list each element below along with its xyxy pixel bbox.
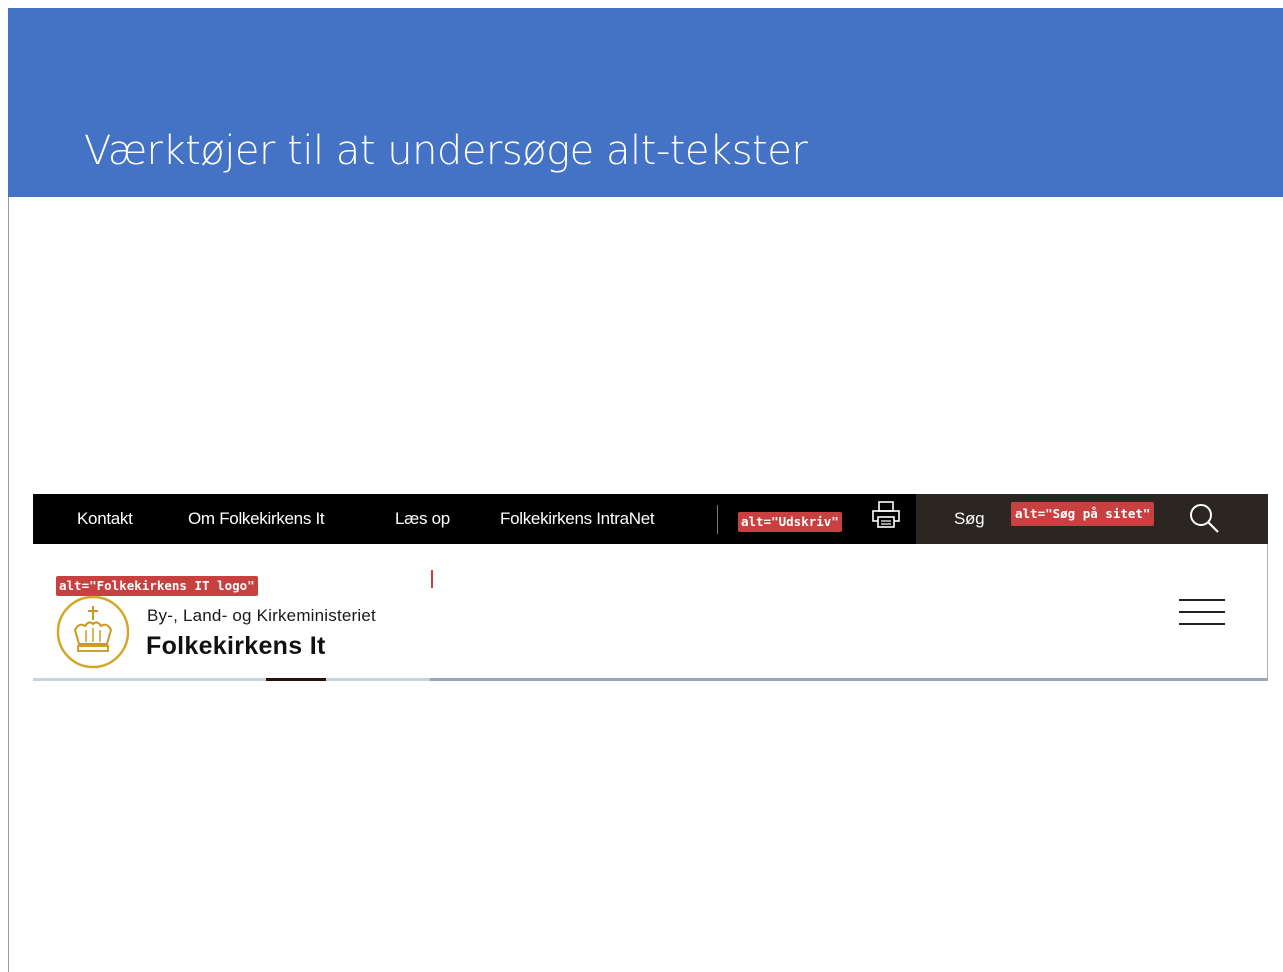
nav-divider bbox=[717, 505, 718, 534]
slide-top-edge bbox=[0, 0, 1283, 8]
search-link[interactable]: Søg bbox=[954, 509, 985, 529]
ministry-name: By-, Land- og Kirkeministeriet bbox=[147, 606, 376, 625]
print-alt-tag: alt="Udskriv" bbox=[738, 512, 842, 532]
website-screenshot: Kontakt Om Folkekirkens It Læs op Folkek… bbox=[33, 494, 1268, 684]
search-alt-tag: alt="Søg på sitet" bbox=[1011, 502, 1155, 526]
organization-name[interactable]: Folkekirkens It bbox=[146, 632, 326, 661]
nav-link-kontakt[interactable]: Kontakt bbox=[77, 509, 133, 529]
slide-title: Værktøjer til at undersøge alt-tekster bbox=[84, 128, 808, 174]
magnifier-icon[interactable] bbox=[1188, 502, 1220, 534]
top-navigation-bar: Kontakt Om Folkekirkens It Læs op Folkek… bbox=[33, 494, 1268, 544]
slide-left-edge bbox=[8, 196, 9, 972]
slide-title-bar: Værktøjer til at undersøge alt-tekster bbox=[8, 8, 1283, 197]
crown-icon[interactable] bbox=[55, 594, 131, 670]
nav-link-laes-op[interactable]: Læs op bbox=[395, 509, 450, 529]
printer-icon[interactable] bbox=[871, 501, 901, 529]
nav-link-intranet[interactable]: Folkekirkens IntraNet bbox=[500, 509, 655, 529]
header-bottom-border bbox=[33, 678, 1268, 681]
nav-link-om-folkekirkens-it[interactable]: Om Folkekirkens It bbox=[188, 509, 325, 529]
logo-alt-tag: alt="Folkekirkens IT logo" bbox=[56, 576, 258, 596]
header-accent-mark bbox=[266, 678, 326, 681]
text-cursor-mark bbox=[431, 570, 433, 588]
hamburger-icon[interactable] bbox=[1179, 596, 1225, 628]
